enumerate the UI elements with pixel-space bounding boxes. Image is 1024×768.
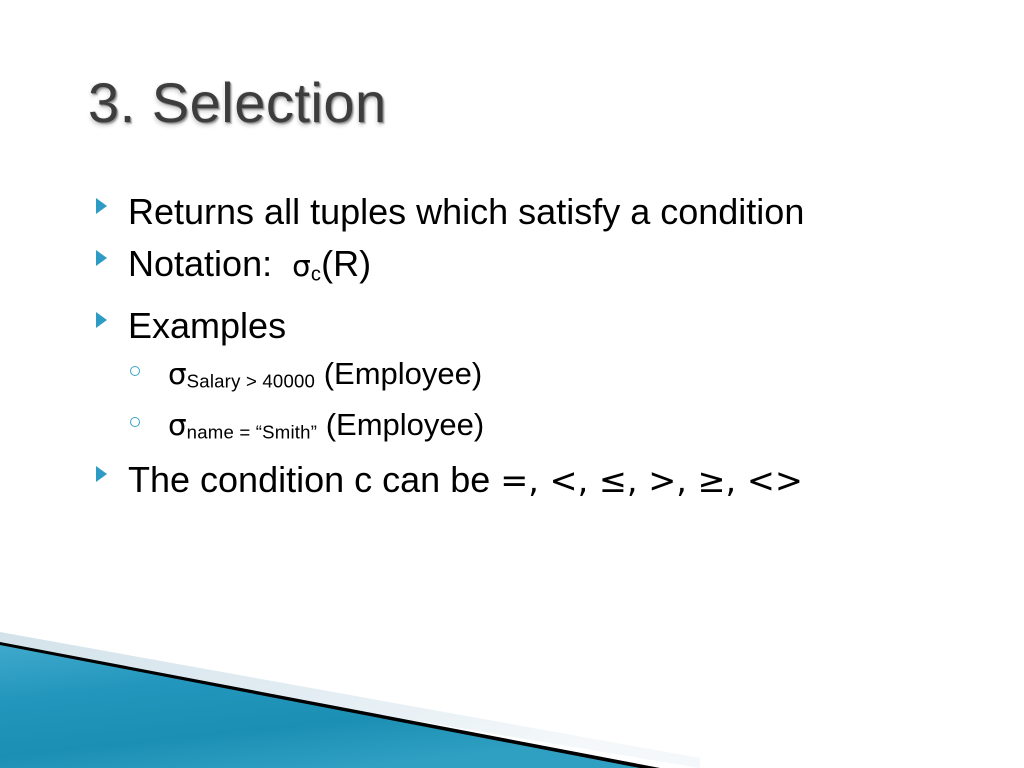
sigma-symbol: σ	[168, 408, 187, 443]
relation-operand: (Employee)	[317, 407, 485, 443]
bullet-text: Returns all tuples which satisfy a condi…	[128, 191, 805, 232]
relation-operand: (Employee)	[315, 356, 483, 392]
bullet-text: Notation: σc(R)	[128, 238, 371, 300]
sub-bullet-text: σname = “Smith” (Employee)	[168, 403, 484, 454]
comparison-operators: =, <, ≤, >, ≥, <>	[500, 460, 803, 500]
teal-wedge-shape	[0, 645, 640, 768]
triangle-bullet-icon	[96, 186, 128, 214]
sub-bullet-text: σSalary > 40000 (Employee)	[168, 352, 482, 403]
bullet-item-notation: Notation: σc(R)	[0, 238, 1024, 300]
triangle-bullet-icon	[96, 454, 128, 482]
sigma-subscript: Salary > 40000	[186, 371, 316, 393]
sub-bullet-item-name: σname = “Smith” (Employee)	[0, 403, 1024, 454]
bullet-item-examples: Examples	[0, 300, 1024, 352]
relation-operand: (R)	[321, 243, 372, 284]
circle-bullet-icon	[130, 403, 168, 428]
triangle-bullet-icon	[96, 300, 128, 329]
sub-bullet-item-salary: σSalary > 40000 (Employee)	[0, 352, 1024, 403]
slide-canvas: 3. Selection Returns all tuples which sa…	[0, 0, 1024, 768]
sigma-symbol: σ	[292, 249, 311, 283]
bullet-list: Returns all tuples which satisfy a condi…	[0, 186, 1024, 507]
black-stripe-shape	[0, 642, 660, 768]
bottom-left-corner-graphic	[0, 632, 700, 768]
triangle-bullet-icon	[96, 238, 128, 266]
page-title: 3. Selection	[88, 71, 387, 134]
bullet-item-condition: The condition c can be =, <, ≤, >, ≥, <>	[0, 454, 1024, 507]
condition-label: The condition c can be	[128, 458, 501, 500]
bullet-text: The condition c can be =, <, ≤, >, ≥, <>	[128, 454, 803, 507]
notation-label: Notation:	[128, 243, 293, 284]
circle-bullet-icon	[130, 352, 168, 377]
sigma-subscript: name = “Smith”	[186, 421, 318, 443]
bullet-text: Examples	[128, 305, 287, 347]
sigma-symbol: σ	[168, 357, 187, 392]
pale-band-shape	[0, 632, 700, 768]
sigma-subscript: c	[310, 263, 322, 286]
bullet-item-returns: Returns all tuples which satisfy a condi…	[0, 186, 1024, 238]
